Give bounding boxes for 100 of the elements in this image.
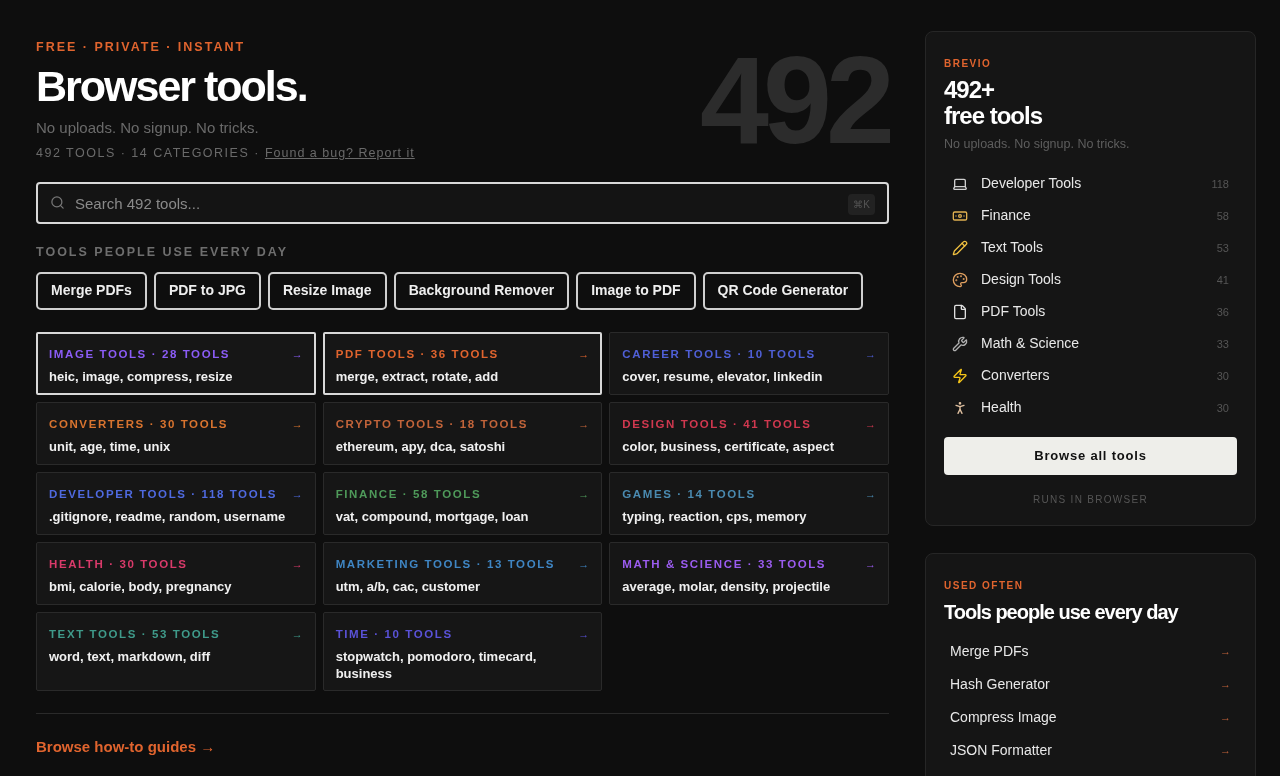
category-link[interactable]: Math & Science 33 [944,327,1237,360]
category-tags: cover, resume, elevator, linkedin [622,368,876,385]
arrow-icon: → [865,346,876,363]
category-title: FINANCE · 58 TOOLS [335,487,482,502]
arrow-icon: → [1220,676,1231,693]
category-card[interactable]: FINANCE · 58 TOOLS → vat, compound, mortgage, loan [322,472,603,535]
tool-chip[interactable]: Resize Image [267,271,387,310]
category-tags: heic, image, compress, resize [49,368,303,385]
brand-eyebrow: BREVIO [944,57,993,71]
category-count: 36 [1216,304,1229,320]
category-count: 30 [1216,368,1229,384]
tool-link[interactable]: Hash Generator → [944,667,1237,701]
category-link[interactable]: Text Tools 53 [944,231,1237,264]
category-title: PDF TOOLS · 36 TOOLS [335,346,499,362]
category-card[interactable]: PDF TOOLS · 36 TOOLS → merge, extract, rotate, add [322,331,603,395]
category-tags: typing, reaction, cps, memory [622,508,876,526]
brand-subtitle: No uploads. No signup. No tricks. [944,136,1131,153]
file-icon [952,303,968,320]
tool-link[interactable]: Compress Image → [944,700,1237,734]
arrow-icon: → [291,416,303,433]
browse-all-button[interactable]: Browse all tools [944,436,1237,475]
pencil-icon [952,239,968,256]
category-card[interactable]: TEXT TOOLS · 53 TOOLS → word, text, markdown, diff [36,612,316,692]
category-card[interactable]: CONVERTERS · 30 TOOLS → unit, age, time, unix [36,402,316,465]
category-link[interactable]: Design Tools 41 [944,263,1237,296]
category-title: HEALTH · 30 TOOLS [49,557,188,572]
category-title: CONVERTERS · 30 TOOLS [49,417,229,432]
category-link[interactable]: Converters 30 [944,359,1237,392]
tool-chip[interactable]: QR Code Generator [702,271,864,310]
category-count: 53 [1216,240,1229,256]
category-tags: bmi, calorie, body, pregnancy [49,578,303,596]
category-card[interactable]: MARKETING TOOLS · 13 TOOLS → utm, a/b, cac, customer [322,542,603,605]
category-tags: unit, age, time, unix [49,438,303,456]
lightning-icon [952,367,968,384]
arrow-icon: → [1220,742,1231,759]
category-title: MARKETING TOOLS · 13 TOOLS [335,557,556,572]
category-tags: color, business, certificate, aspect [622,438,876,456]
palette-icon [952,271,968,288]
category-card[interactable]: DESIGN TOOLS · 41 TOOLS → color, business, certificate, aspect [609,402,889,465]
category-title: CAREER TOOLS · 10 TOOLS [622,346,816,362]
category-card[interactable]: CRYPTO TOOLS · 18 TOOLS → ethereum, apy, dca, satoshi [322,402,603,465]
category-card[interactable]: DEVELOPER TOOLS · 118 TOOLS → .gitignore, readme, random, username [36,472,316,535]
eyebrow: FREE · PRIVATE · INSTANT [36,39,247,56]
category-card[interactable]: MATH & SCIENCE · 33 TOOLS → average, molar, density, projectile [609,542,889,605]
arrow-icon: → [578,346,590,363]
category-card[interactable]: CAREER TOOLS · 10 TOOLS → cover, resume, elevator, linkedin [609,331,889,395]
category-title: IMAGE TOOLS · 28 TOOLS [49,346,231,362]
used-often-title: Tools people use every day [944,599,1180,625]
category-tags: .gitignore, readme, random, username [49,508,303,526]
tool-chip[interactable]: Background Remover [393,271,570,310]
category-count: 30 [1216,400,1229,416]
category-tags: ethereum, apy, dca, satoshi [335,438,590,456]
category-tags: word, text, markdown, diff [49,648,303,666]
category-link[interactable]: PDF Tools 36 [944,295,1237,328]
category-link[interactable]: Developer Tools 118 [944,167,1237,200]
category-tags: utm, a/b, cac, customer [335,578,590,596]
category-tags: vat, compound, mortgage, loan [335,508,590,526]
category-count: 33 [1216,336,1229,352]
arrow-icon: → [291,626,303,643]
category-link[interactable]: Finance 58 [944,199,1237,232]
tool-link[interactable]: Merge PDFs → [944,634,1237,668]
category-title: DEVELOPER TOOLS · 118 TOOLS [49,487,278,502]
arrow-icon: → [291,486,303,503]
report-bug-link[interactable]: Found a bug? Report it [264,144,415,163]
arrow-icon: → [291,556,303,573]
category-link[interactable]: Health 30 [944,391,1237,424]
arrow-icon: → [578,626,590,643]
section-heading: TOOLS PEOPLE USE EVERY DAY [36,244,290,261]
category-title: DESIGN TOOLS · 41 TOOLS [622,417,812,432]
tool-link[interactable]: JSON Formatter → [944,733,1237,767]
category-card[interactable]: IMAGE TOOLS · 28 TOOLS → heic, image, compress, resize [36,331,316,395]
category-title: CRYPTO TOOLS · 18 TOOLS [335,417,528,432]
arrow-icon: → [578,556,590,573]
arrow-icon: → [578,486,590,503]
person-icon [952,399,968,416]
footnote: RUNS IN BROWSER [1032,492,1149,507]
category-card[interactable]: GAMES · 14 TOOLS → typing, reaction, cps, memory [609,472,889,535]
category-count: 58 [1216,208,1229,224]
subtitle: No uploads. No signup. No tricks. [36,117,260,138]
wrench-icon [952,335,968,352]
tool-chip[interactable]: Image to PDF [576,271,696,310]
category-count: 118 [1211,176,1229,192]
arrow-icon: → [578,416,590,433]
category-card[interactable]: TIME · 10 TOOLS → stopwatch, pomodoro, timecard, business [322,612,603,692]
used-often-eyebrow: USED OFTEN [944,578,1025,593]
guides-link[interactable]: Browse how-to guides → [36,736,216,759]
arrow-icon: → [291,346,303,363]
category-title: TEXT TOOLS · 53 TOOLS [49,627,221,642]
search-icon [50,195,65,210]
category-title: GAMES · 14 TOOLS [622,487,756,502]
brand-title: 492+ free tools [944,77,1044,129]
arrow-icon: → [865,556,876,573]
category-card[interactable]: HEALTH · 30 TOOLS → bmi, calorie, body, pregnancy [36,542,316,605]
tool-chip[interactable]: Merge PDFs [36,271,147,310]
category-tags: average, molar, density, projectile [622,578,876,596]
category-title: TIME · 10 TOOLS [335,627,453,642]
category-tags: merge, extract, rotate, add [335,368,590,385]
tool-chip[interactable]: PDF to JPG [153,271,261,310]
stats-text: 492 TOOLS · 14 CATEGORIES · [36,145,260,163]
category-tags: stopwatch, pomodoro, timecard, business [335,648,590,683]
